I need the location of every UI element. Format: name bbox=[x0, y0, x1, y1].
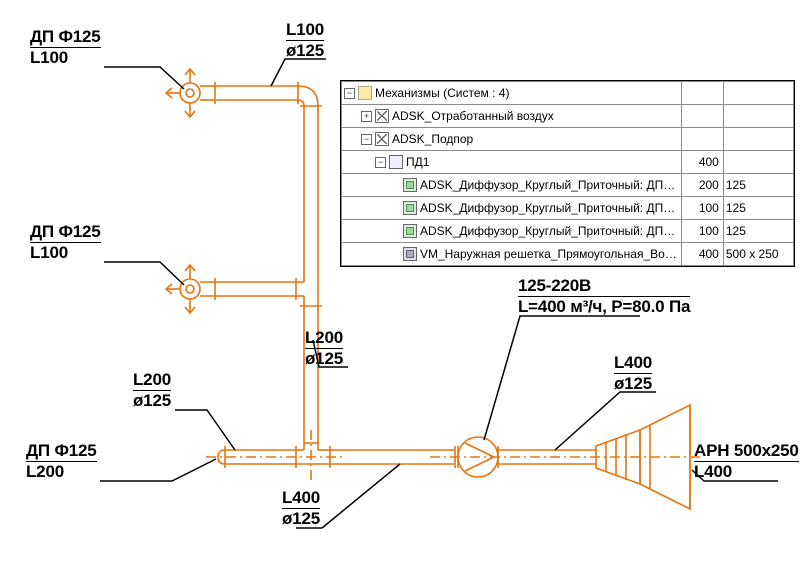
collapse-icon[interactable]: − bbox=[361, 134, 372, 145]
size-value: 125 bbox=[723, 220, 793, 243]
system-icon bbox=[375, 132, 389, 146]
tree-label: ADSK_Диффузор_Круглый_Приточный: ДП… bbox=[420, 224, 675, 238]
flow-value: 200 bbox=[681, 174, 723, 197]
tree-label: ADSK_Подпор bbox=[392, 132, 473, 146]
tree-row-leaf[interactable]: VM_Наружная решетка_Прямоугольная_Во… 40… bbox=[342, 243, 794, 266]
flow-value: 400 bbox=[681, 151, 723, 174]
tree-label: ПД1 bbox=[406, 155, 429, 169]
tree-row-root[interactable]: − Механизмы (Систем : 4) bbox=[342, 82, 794, 105]
tree-label: ADSK_Диффузор_Круглый_Приточный: ДП… bbox=[420, 201, 675, 215]
expand-icon[interactable]: + bbox=[361, 111, 372, 122]
size-value: 125 bbox=[723, 174, 793, 197]
collapse-icon[interactable]: − bbox=[344, 88, 355, 99]
label-seg-l200-vert: L200 ø125 bbox=[305, 328, 343, 368]
flow-value: 400 bbox=[681, 243, 723, 266]
flow-value: 100 bbox=[681, 197, 723, 220]
tree-row-leaf[interactable]: ADSK_Диффузор_Круглый_Приточный: ДП… 100… bbox=[342, 220, 794, 243]
label-seg-l400-bottom: L400 ø125 bbox=[282, 488, 320, 528]
label-diffuser-bottom: ДП Ф125 L200 bbox=[26, 441, 97, 481]
element-icon bbox=[403, 247, 417, 261]
flow-value: 100 bbox=[681, 220, 723, 243]
label-diffuser-top: ДП Ф125 L100 bbox=[30, 27, 101, 67]
tree-label: ADSK_Отработанный воздух bbox=[392, 109, 554, 123]
collapse-icon[interactable]: − bbox=[375, 157, 386, 168]
label-seg-l100: L100 ø125 bbox=[286, 20, 324, 60]
size-value: 125 bbox=[723, 197, 793, 220]
tree-row-system-exhaust[interactable]: + ADSK_Отработанный воздух bbox=[342, 105, 794, 128]
tree-row-leaf[interactable]: ADSK_Диффузор_Круглый_Приточный: ДП… 200… bbox=[342, 174, 794, 197]
tree-row-system-supply[interactable]: − ADSK_Подпор bbox=[342, 128, 794, 151]
label-seg-l400-right: L400 ø125 bbox=[614, 353, 652, 393]
element-icon bbox=[403, 178, 417, 192]
tree-root-label: Механизмы (Систем : 4) bbox=[375, 86, 509, 100]
element-icon bbox=[403, 224, 417, 238]
label-seg-l200-horiz: L200 ø125 bbox=[133, 370, 171, 410]
size-value: 500 x 250 bbox=[723, 243, 793, 266]
folder-icon bbox=[358, 86, 372, 100]
element-icon bbox=[403, 201, 417, 215]
tree-row-node-pd1[interactable]: − ПД1 400 bbox=[342, 151, 794, 174]
system-icon bbox=[375, 109, 389, 123]
label-fan: 125-220В L=400 м³/ч, Р=80.0 Па bbox=[518, 276, 690, 316]
node-icon bbox=[389, 155, 403, 169]
label-grille: АРН 500х250 L400 bbox=[694, 441, 799, 481]
tree-label: ADSK_Диффузор_Круглый_Приточный: ДП… bbox=[420, 178, 675, 192]
tree-label: VM_Наружная решетка_Прямоугольная_Во… bbox=[420, 247, 677, 261]
system-browser-panel[interactable]: − Механизмы (Систем : 4) + ADSK_Отработа… bbox=[340, 80, 795, 267]
label-diffuser-mid: ДП Ф125 L100 bbox=[30, 222, 101, 262]
tree-row-leaf[interactable]: ADSK_Диффузор_Круглый_Приточный: ДП… 100… bbox=[342, 197, 794, 220]
